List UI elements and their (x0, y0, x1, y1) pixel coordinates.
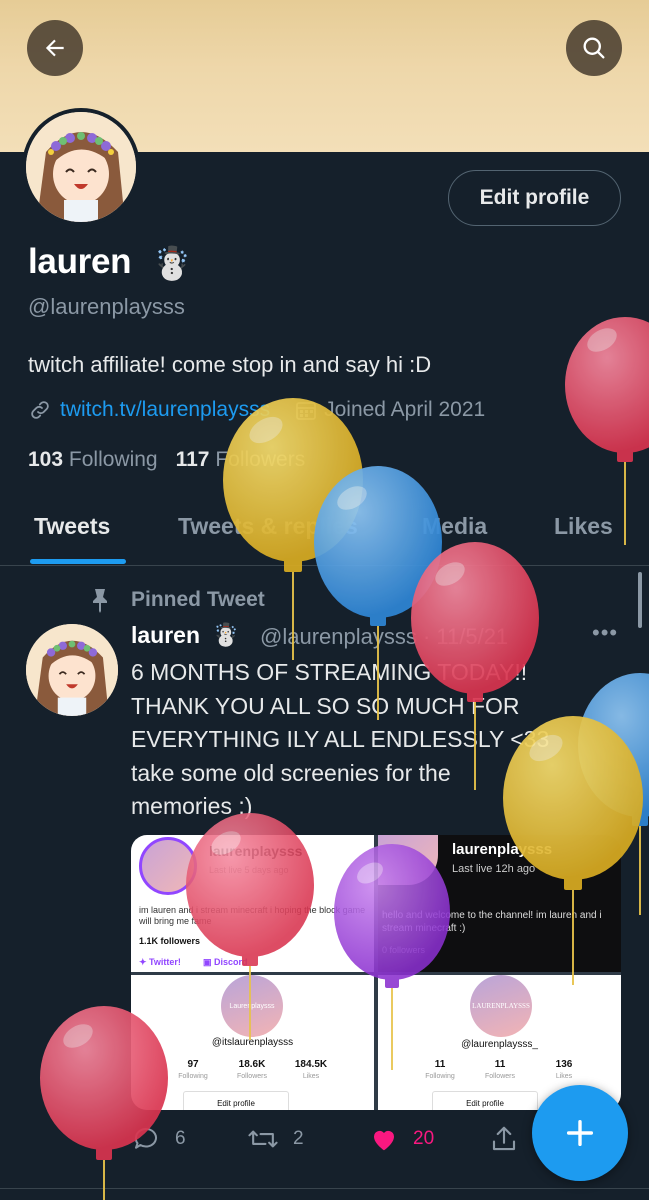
tweet-author-name[interactable]: lauren (131, 622, 200, 649)
stat-value: 18.6K (238, 1059, 266, 1070)
stat-label: Likes (302, 1073, 320, 1080)
image-channel-name: laurenplaysss (209, 843, 303, 859)
tab-tweets[interactable]: Tweets (34, 513, 110, 540)
stat-label: Following (425, 1073, 455, 1080)
image-handle-4: @laurenplaysss_ (461, 1039, 538, 1050)
like-count: 20 (413, 1128, 435, 1149)
tweet-image-grid[interactable]: laurenplaysss Last live 5 days ago im la… (131, 835, 621, 1110)
snowman-emoji: ☃️ (152, 245, 192, 281)
active-tab-indicator (30, 559, 126, 564)
retweet-icon (248, 1130, 278, 1148)
share-icon (492, 1126, 516, 1151)
retweet-button[interactable]: 2 (247, 1124, 304, 1154)
tweet-avatar[interactable] (26, 624, 118, 716)
tabs-divider (0, 565, 649, 566)
more-options-icon[interactable]: ••• (592, 620, 618, 646)
stat-value: 11 (434, 1059, 446, 1070)
stat-label: Followers (237, 1073, 267, 1080)
edit-profile-button[interactable]: Edit profile (448, 170, 621, 226)
calendar-icon (296, 402, 316, 420)
image-followers: 1.1K followers (139, 936, 201, 946)
plus-icon (566, 1119, 594, 1147)
like-button[interactable]: 20 (369, 1124, 434, 1154)
retweet-count: 2 (293, 1128, 304, 1149)
stat-value: 11 (494, 1059, 506, 1070)
image-link-twitter: ✦ Twitter! (139, 957, 181, 967)
compose-tweet-button[interactable] (532, 1085, 628, 1181)
stat-value: 184.5K (294, 1059, 328, 1070)
stat-label: Followers (485, 1073, 515, 1080)
image-status-2: Last live 12h ago (452, 863, 536, 875)
profile-meta: twitch.tv/laurenplaysss Joined April 202… (28, 398, 485, 422)
avatar-image (26, 112, 136, 222)
tweet-image-1[interactable]: laurenplaysss Last live 5 days ago im la… (131, 835, 374, 972)
followers-stat[interactable]: 117 Followers (176, 448, 306, 472)
tiktok-avatar-2: LAURENPLAYSSS (470, 975, 532, 1037)
tab-media[interactable]: Media (422, 513, 487, 540)
pin-icon (93, 589, 107, 613)
tweet-image-3[interactable]: Laurenplaysss @itslaurenplaysss 97 Follo… (131, 975, 374, 1110)
image-link-discord: ▣ Discord (203, 957, 248, 967)
following-stat[interactable]: 103 Following (28, 448, 158, 472)
stat-value: 97 (187, 1059, 199, 1070)
image-bio: im lauren and i stream minecraft i hopin… (139, 905, 366, 926)
display-name: lauren (28, 242, 132, 281)
reply-count: 6 (175, 1128, 186, 1149)
pinned-label: Pinned Tweet (131, 588, 265, 611)
share-button[interactable] (489, 1124, 519, 1154)
twitch-avatar (139, 837, 197, 895)
profile-bio: twitch affiliate! come stop in and say h… (28, 352, 432, 377)
reply-icon (134, 1128, 157, 1149)
back-button[interactable] (27, 20, 83, 76)
search-button[interactable] (566, 20, 622, 76)
tiktok-avatar: Laurenplaysss (221, 975, 283, 1037)
tweet-image-2[interactable]: laurenplaysss Last live 12h ago hello an… (378, 835, 621, 972)
image-bio-2: hello and welcome to the channel! im lau… (382, 910, 602, 934)
reply-button[interactable]: 6 (131, 1124, 186, 1154)
link-icon (31, 401, 49, 419)
profile-handle: @laurenplaysss (28, 294, 185, 319)
profile-tabs: Tweets Tweets & replies Media Likes (0, 505, 649, 565)
tweet-divider (0, 1188, 649, 1189)
joined-date: Joined April 2021 (324, 398, 486, 421)
tab-likes[interactable]: Likes (554, 513, 613, 540)
image-handle-3: @itslaurenplaysss (211, 1037, 294, 1048)
tweet-author-emoji: ☃️ (212, 622, 240, 647)
stat-label: Following (178, 1073, 208, 1080)
image-edit-button: Edit profile (432, 1091, 538, 1110)
profile-avatar[interactable] (22, 108, 140, 226)
stat-value: 136 (555, 1059, 573, 1070)
arrow-left-icon (45, 39, 64, 57)
scrollbar[interactable] (638, 572, 642, 628)
image-followers-2: 0 followers (382, 945, 426, 955)
tweet-handle-date: @laurenplaysss · 11/5/21 (260, 624, 509, 649)
tweet-text: 6 MONTHS OF STREAMING TODAY!! THANK YOU … (131, 659, 550, 819)
follow-stats: 103 Following 117 Followers (28, 448, 305, 472)
heart-icon (374, 1130, 394, 1151)
profile-link[interactable]: twitch.tv/laurenplaysss (60, 398, 270, 422)
image-channel-name-2: laurenplaysss (452, 841, 553, 858)
image-status: Last live 5 days ago (209, 865, 289, 875)
tab-tweets-replies[interactable]: Tweets & replies (178, 513, 358, 540)
twitch-avatar-2 (378, 835, 438, 885)
stat-label: Likes (555, 1073, 573, 1080)
search-icon (583, 37, 605, 59)
image-edit-button: Edit profile (183, 1091, 289, 1110)
